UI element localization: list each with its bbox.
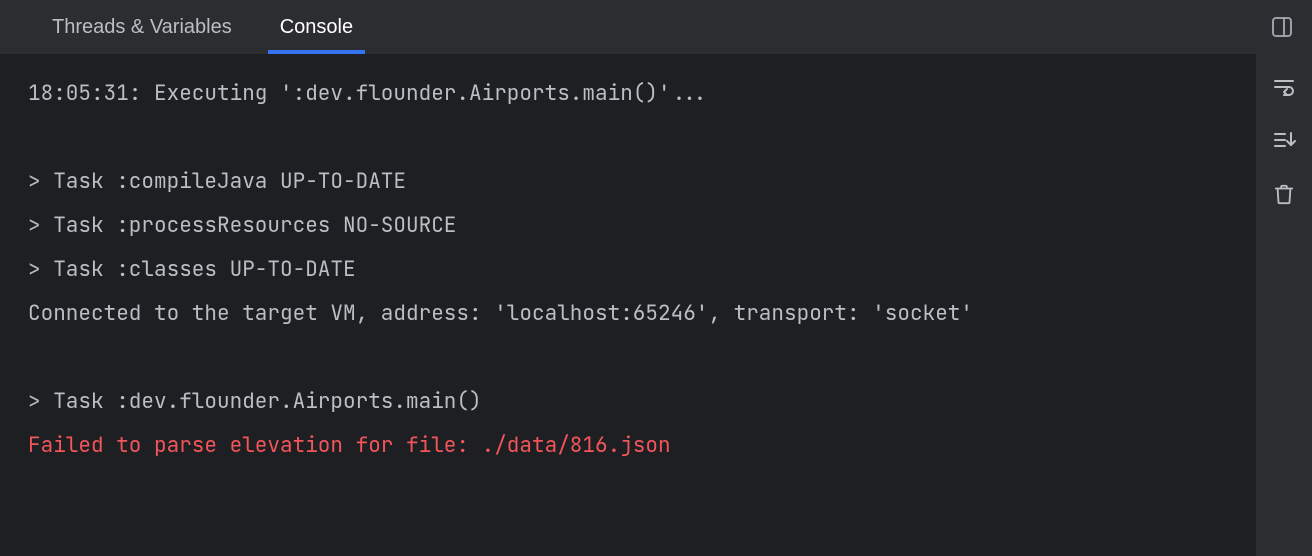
layout-settings-button[interactable] xyxy=(1266,11,1298,43)
tab-console[interactable]: Console xyxy=(256,0,377,54)
console-line: > Task :processResources NO-SOURCE xyxy=(28,212,456,239)
scroll-to-end-icon xyxy=(1272,128,1296,152)
console-line: > Task :classes UP-TO-DATE xyxy=(28,256,356,283)
console-line: > Task :dev.flounder.Airports.main() xyxy=(28,388,482,415)
console-line: > Task :compileJava UP-TO-DATE xyxy=(28,168,406,195)
console-line: Connected to the target VM, address: 'lo… xyxy=(28,300,973,327)
trash-icon xyxy=(1273,183,1295,205)
console-output[interactable]: 18:05:31: Executing ':dev.flounder.Airpo… xyxy=(0,54,1256,556)
soft-wrap-icon xyxy=(1272,74,1296,98)
scroll-to-end-button[interactable] xyxy=(1268,124,1300,156)
tab-label: Threads & Variables xyxy=(52,16,232,39)
console-side-toolbar xyxy=(1256,54,1312,556)
console-error-line: Failed to parse elevation for file: ./da… xyxy=(28,432,671,459)
soft-wrap-button[interactable] xyxy=(1268,70,1300,102)
clear-all-button[interactable] xyxy=(1268,178,1300,210)
layout-icon xyxy=(1270,15,1294,39)
console-line: 18:05:31: Executing ':dev.flounder.Airpo… xyxy=(28,80,708,107)
debug-tabbar: Threads & Variables Console xyxy=(0,0,1312,54)
tab-threads-variables[interactable]: Threads & Variables xyxy=(28,0,256,54)
tab-label: Console xyxy=(280,16,353,39)
